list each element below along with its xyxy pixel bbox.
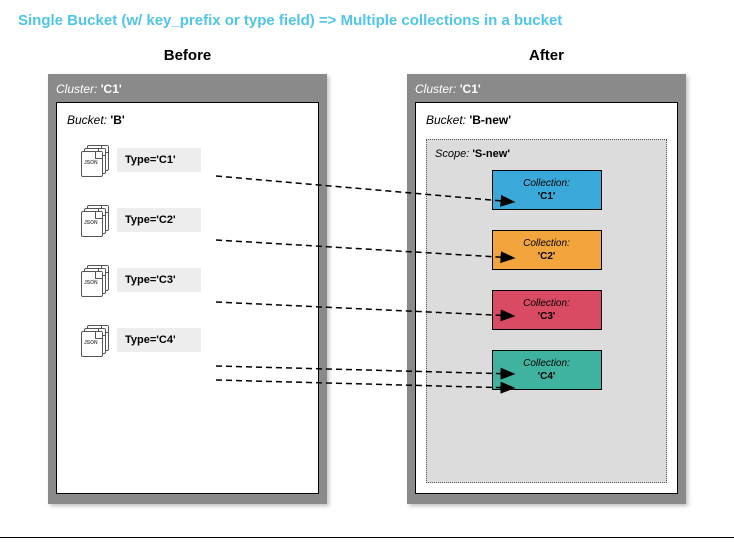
type-pill: Type='C1' — [117, 148, 201, 172]
collection-prefix: Collection: — [523, 358, 570, 369]
scope-label: Scope: 'S-new' — [435, 148, 658, 160]
headline: Single Bucket (w/ key_prefix or type fie… — [18, 12, 716, 29]
doc-row: JSON Type='C2' — [81, 205, 308, 235]
after-column: After Cluster: 'C1' Bucket: 'B-new' Scop… — [407, 47, 686, 504]
json-docs-icon: JSON — [81, 145, 111, 175]
json-docs-icon: JSON — [81, 265, 111, 295]
cluster-prefix: Cluster: — [56, 82, 101, 96]
bucket-prefix: Bucket: — [67, 113, 110, 127]
after-cluster-label: Cluster: 'C1' — [415, 82, 678, 96]
before-title: Before — [48, 47, 327, 64]
type-pill: Type='C3' — [117, 268, 201, 292]
doc-row: JSON Type='C4' — [81, 325, 308, 355]
doc-row: JSON Type='C1' — [81, 145, 308, 175]
collection-value: 'C3' — [538, 311, 556, 322]
type-pill: Type='C2' — [117, 208, 201, 232]
after-bucket: Bucket: 'B-new' Scope: 'S-new' Collectio… — [415, 102, 678, 494]
bucket-value: 'B-new' — [469, 113, 511, 127]
collection-prefix: Collection: — [523, 298, 570, 309]
after-bucket-label: Bucket: 'B-new' — [426, 113, 667, 127]
cluster-prefix: Cluster: — [415, 82, 460, 96]
collection-prefix: Collection: — [523, 238, 570, 249]
collection-value: 'C2' — [538, 251, 556, 262]
before-bucket-label: Bucket: 'B' — [67, 113, 308, 127]
before-cluster: Cluster: 'C1' Bucket: 'B' JSON Type='C1'… — [48, 74, 327, 504]
collection-prefix: Collection: — [523, 178, 570, 189]
diagram-columns: Before Cluster: 'C1' Bucket: 'B' JSON Ty… — [18, 47, 716, 504]
footer-divider — [0, 537, 734, 538]
collection-c4: Collection: 'C4' — [492, 350, 602, 390]
before-cluster-label: Cluster: 'C1' — [56, 82, 319, 96]
doc-list: JSON Type='C1' JSON Type='C2' JSON Type=… — [67, 145, 308, 355]
collection-value: 'C4' — [538, 371, 556, 382]
collection-c3: Collection: 'C3' — [492, 290, 602, 330]
cluster-value: 'C1' — [101, 82, 122, 96]
collection-c2: Collection: 'C2' — [492, 230, 602, 270]
json-docs-icon: JSON — [81, 205, 111, 235]
collection-c1: Collection: 'C1' — [492, 170, 602, 210]
after-cluster: Cluster: 'C1' Bucket: 'B-new' Scope: 'S-… — [407, 74, 686, 504]
cluster-value: 'C1' — [460, 82, 481, 96]
after-title: After — [407, 47, 686, 64]
bucket-prefix: Bucket: — [426, 113, 469, 127]
collection-list: Collection: 'C1' Collection: 'C2' Collec… — [435, 170, 658, 390]
json-docs-icon: JSON — [81, 325, 111, 355]
type-pill: Type='C4' — [117, 328, 201, 352]
bucket-value: 'B' — [110, 113, 124, 127]
collection-value: 'C1' — [538, 191, 556, 202]
scope-prefix: Scope: — [435, 148, 472, 160]
before-bucket: Bucket: 'B' JSON Type='C1' JSON Type='C2… — [56, 102, 319, 494]
doc-row: JSON Type='C3' — [81, 265, 308, 295]
scope-value: 'S-new' — [472, 148, 510, 160]
before-column: Before Cluster: 'C1' Bucket: 'B' JSON Ty… — [48, 47, 327, 504]
scope: Scope: 'S-new' Collection: 'C1' Collecti… — [426, 139, 667, 483]
